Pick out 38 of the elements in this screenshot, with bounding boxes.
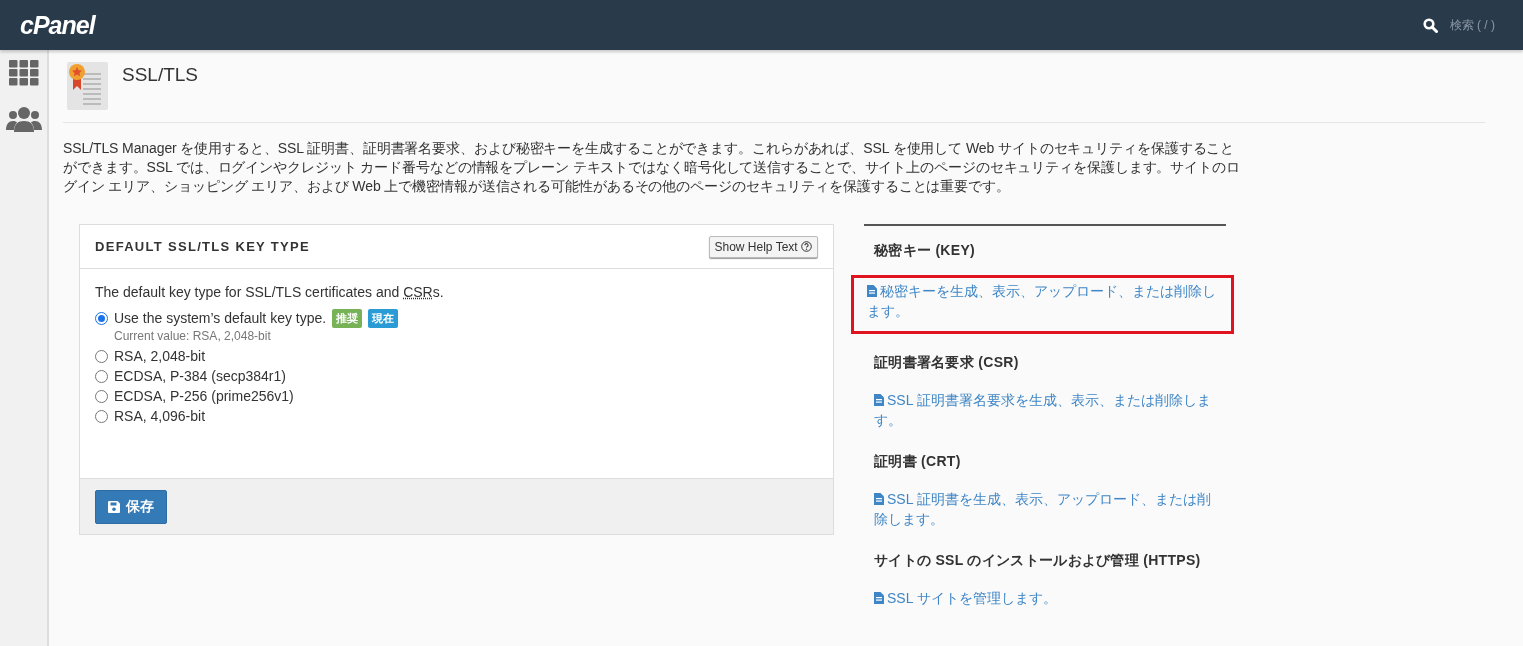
page-title: SSL/TLS: [122, 64, 199, 86]
search-icon[interactable]: [1422, 17, 1438, 33]
panel-title: DEFAULT SSL/TLS KEY TYPE: [95, 239, 310, 254]
radio-button[interactable]: [95, 369, 108, 383]
radio-button[interactable]: [95, 389, 108, 403]
help-button[interactable]: Show Help Text: [708, 235, 818, 258]
document-icon: [874, 394, 884, 406]
grid-icon[interactable]: [8, 60, 39, 86]
search-label[interactable]: 検索 ( / ): [1449, 16, 1495, 34]
option-label[interactable]: Use the system’s default key type.: [114, 310, 327, 326]
save-button[interactable]: 保存: [95, 489, 167, 524]
document-icon: [874, 493, 884, 505]
section-heading: 証明書署名要求 (CSR): [874, 354, 1020, 371]
document-icon: [867, 285, 877, 297]
option-label[interactable]: RSA, 4,096-bit: [114, 408, 206, 424]
section-heading: サイトの SSL のインストールおよび管理 (HTTPS): [874, 552, 1202, 569]
action-link[interactable]: SSL 証明書を生成、表示、アップロード、または削除します。: [864, 486, 1226, 532]
action-link[interactable]: SSL サイトを管理します。: [864, 585, 1226, 611]
action-link[interactable]: SSL 証明書署名要求を生成、表示、または削除します。: [864, 387, 1226, 433]
users-icon[interactable]: [5, 106, 42, 132]
action-link[interactable]: 秘密キーを生成、表示、アップロード、または削除します。: [867, 278, 1223, 331]
help-icon: [801, 240, 812, 252]
current-value-note: Current value: RSA, 2,048-bit: [114, 329, 272, 343]
radio-button[interactable]: [95, 409, 108, 423]
option-label[interactable]: ECDSA, P-256 (prime256v1): [114, 388, 294, 404]
status-badge: 推奨: [332, 308, 363, 328]
description-text: SSL/TLS Manager を使用すると、SSL 証明書、証明書署名要求、および秘密キーを生成することができます。これらがあれば、SSL を使用して Web サイトのセキュリティを保護することができます。SSL では、ログインやクレジット カード番号などの情報をプレーン テキストではなく暗号化して送信することで、サイト上のページのセキュリティを保護します。サイトのログイン エリア、ショッピング エリア、および Web 上で機密情報が送信される可能性があるその他のページのセキュリティを保護することは重要です。: [63, 139, 1241, 196]
certificate-icon: [67, 62, 108, 110]
radio-button[interactable]: [95, 311, 108, 325]
section-heading: 証明書 (CRT): [874, 453, 962, 470]
section-heading: 秘密キー (KEY): [874, 242, 976, 259]
radio-button[interactable]: [95, 349, 108, 363]
option-label[interactable]: ECDSA, P-384 (secp384r1): [114, 368, 286, 384]
status-badge: 現在: [368, 308, 399, 328]
intro-text: The default key type for SSL/TLS certificates and CSRs.: [95, 284, 445, 300]
cpanel-logo[interactable]: cPanel: [20, 10, 95, 40]
option-label[interactable]: RSA, 2,048-bit: [114, 348, 206, 364]
document-icon: [874, 592, 884, 604]
